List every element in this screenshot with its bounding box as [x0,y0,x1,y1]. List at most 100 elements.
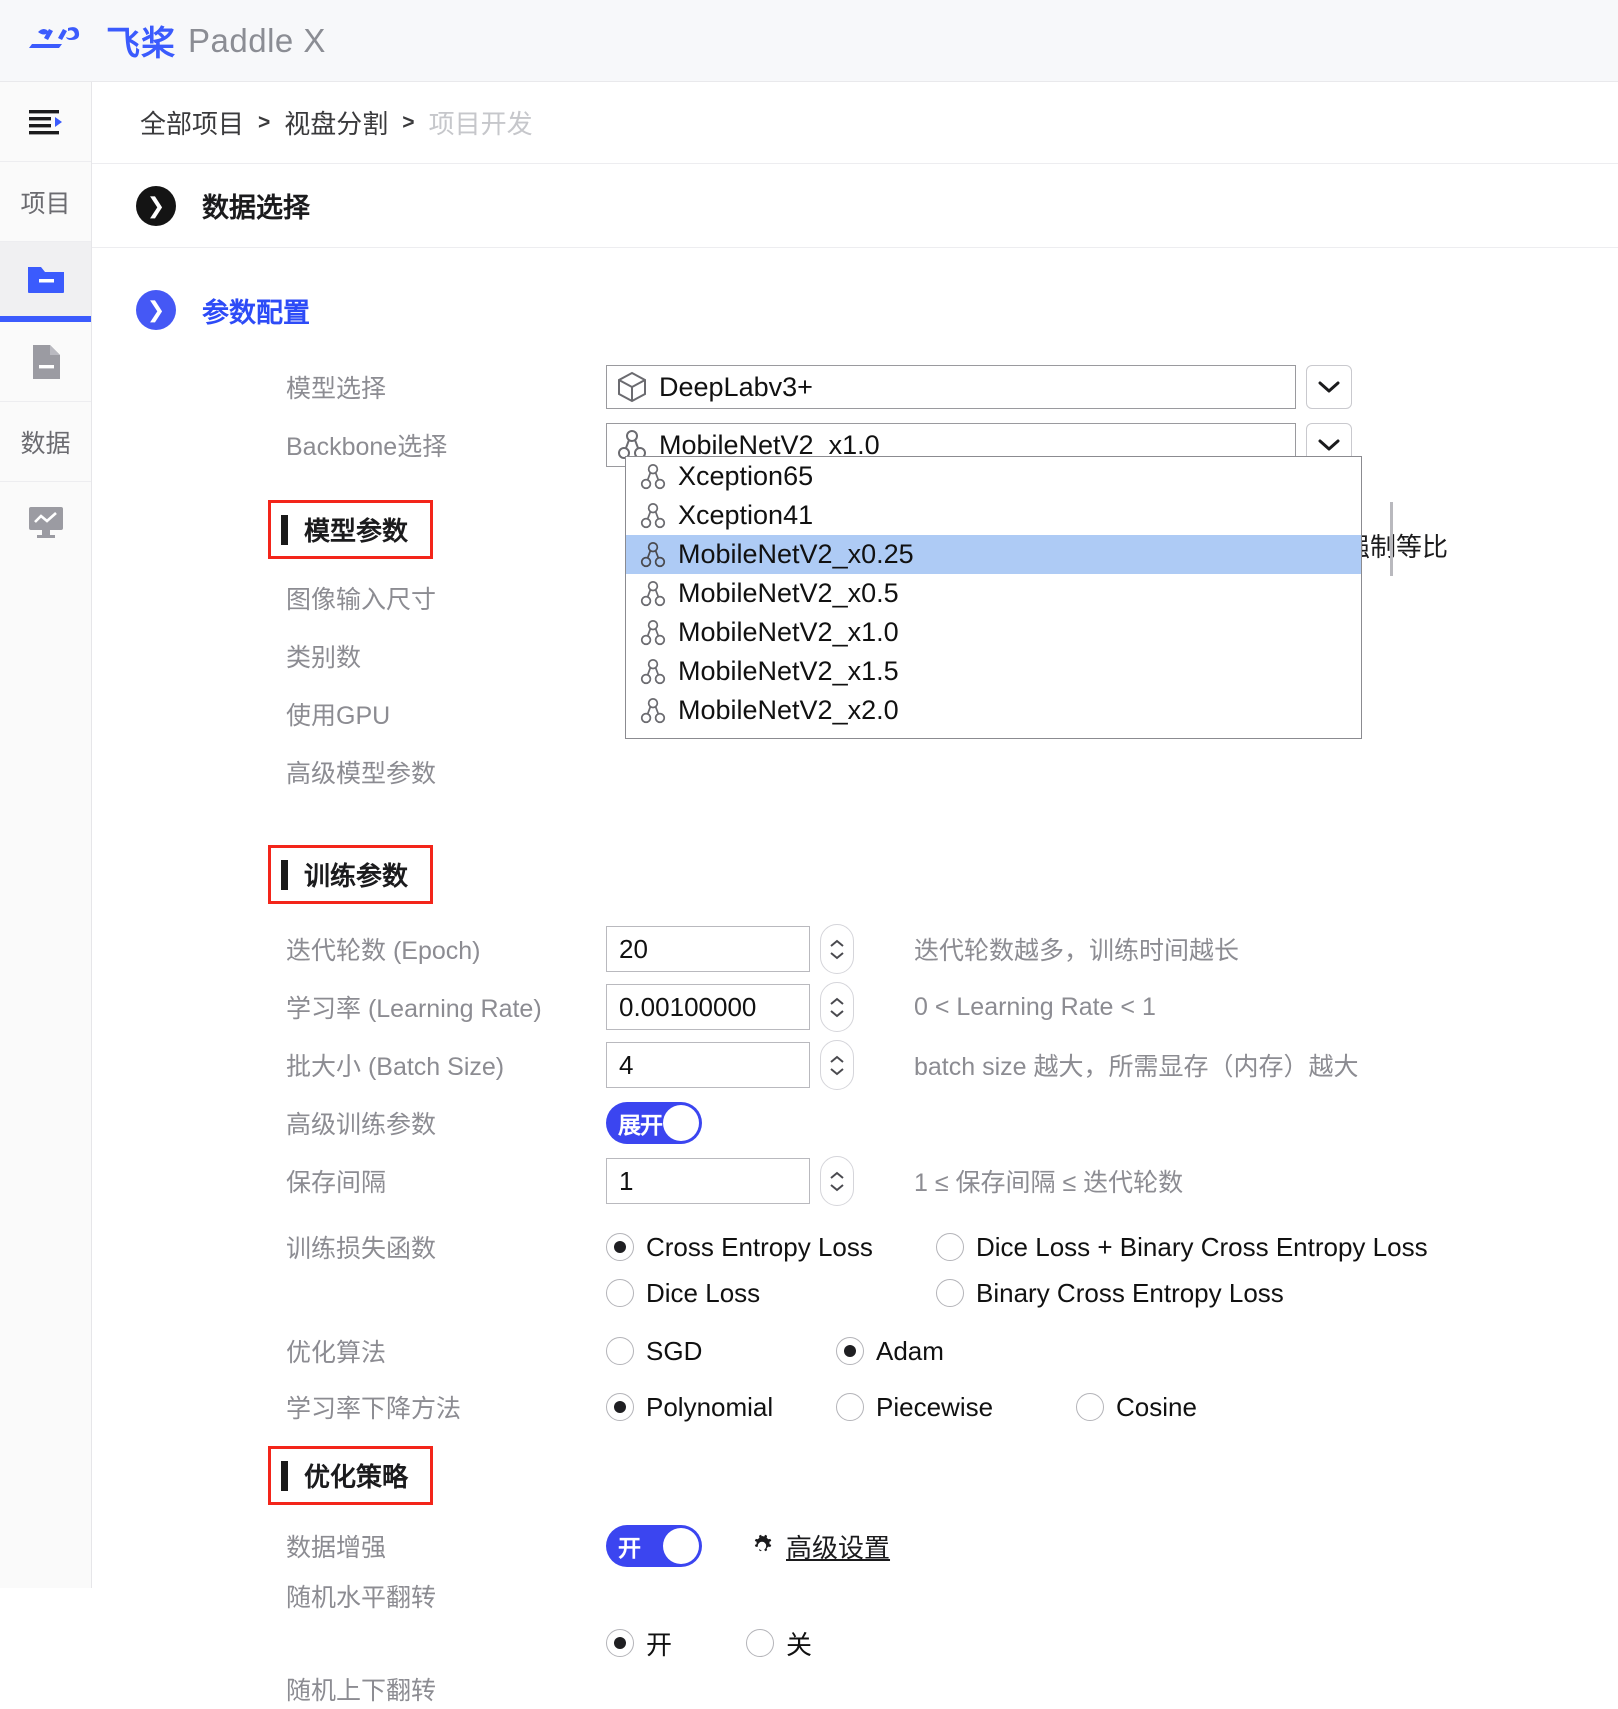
network-nodes-icon [640,580,666,608]
chevron-down-icon [829,1183,845,1192]
label-image-input-size: 图像输入尺寸 [136,580,606,616]
brand-logo[interactable]: 飞桨 Paddle X [28,16,326,65]
breadcrumb-separator: > [258,111,270,135]
dropdown-option-label: MobileNetV2_x0.25 [678,539,914,570]
radio-hflip-on[interactable]: 开 [606,1625,746,1662]
row-epoch: 迭代轮数 (Epoch) 20 迭代轮数越多，训练时间越长 [92,920,1618,978]
batch-size-value: 4 [619,1050,633,1081]
label-batch-size: 批大小 (Batch Size) [136,1047,606,1083]
breadcrumb-item-all-projects[interactable]: 全部项目 [140,104,244,141]
learning-rate-input[interactable]: 0.00100000 [606,984,810,1030]
radio-cosine[interactable]: Cosine [1076,1392,1197,1423]
model-select-field[interactable]: DeepLabv3+ [606,365,1296,409]
group-model-params: 模型参数 [268,500,433,559]
sidebar-item-menu-toggle[interactable] [0,82,91,162]
gear-icon [748,1532,776,1560]
model-select-caret[interactable] [1306,365,1352,409]
chevron-up-icon [829,1171,845,1180]
backbone-dropdown-list[interactable]: Xception65 Xception41 MobileNetV2_x0.25 … [625,456,1362,739]
radio-cross-entropy-loss[interactable]: Cross Entropy Loss [606,1232,936,1263]
sidebar-item-monitor[interactable] [0,482,91,562]
app-header: 飞桨 Paddle X [0,0,1618,82]
radio-hflip-off[interactable]: 关 [746,1625,812,1662]
dropdown-option-mobilenetv2-x05[interactable]: MobileNetV2_x0.5 [626,574,1361,613]
radio-icon [936,1233,964,1261]
chevron-down-icon [829,951,845,960]
label-advanced-train-params: 高级训练参数 [136,1105,606,1141]
row-advanced-model-params: 高级模型参数 [92,743,1618,801]
breadcrumb-item-project[interactable]: 视盘分割 [284,104,388,141]
radio-sgd[interactable]: SGD [606,1336,836,1367]
chevron-down-icon [1317,438,1341,452]
panel-divider [1390,502,1393,576]
radio-binary-cross-entropy-loss[interactable]: Binary Cross Entropy Loss [936,1278,1284,1309]
dropdown-option-label: MobileNetV2_x0.5 [678,578,899,609]
sidebar-item-projects-folder[interactable] [0,242,91,322]
network-nodes-icon [640,541,666,569]
dropdown-option-label: MobileNetV2_x2.0 [678,695,899,726]
label-advanced-model-params: 高级模型参数 [136,754,606,790]
advanced-train-params-toggle[interactable]: 展开 [606,1102,702,1144]
radio-icon [746,1629,774,1657]
learning-rate-stepper[interactable] [820,982,854,1032]
epoch-stepper[interactable] [820,924,854,974]
radio-icon [606,1629,634,1657]
radio-dice-loss[interactable]: Dice Loss [606,1278,936,1309]
label-backbone-select: Backbone选择 [136,427,606,463]
learning-rate-hint: 0 < Learning Rate < 1 [914,993,1156,1022]
label-optimizer: 优化算法 [136,1333,606,1369]
section-data-select[interactable]: ❯ 数据选择 [92,164,1618,248]
dropdown-option-mobilenetv2-x15[interactable]: MobileNetV2_x1.5 [626,652,1361,691]
dropdown-option-mobilenetv2-x025[interactable]: MobileNetV2_x0.25 [626,535,1361,574]
monitor-chart-icon [26,504,66,540]
label-save-interval: 保存间隔 [136,1163,606,1199]
dropdown-option-mobilenetv2-x20[interactable]: MobileNetV2_x2.0 [626,691,1361,730]
sidebar-label-data: 数据 [20,424,70,460]
network-nodes-icon [640,658,666,686]
dropdown-option-xception65[interactable]: Xception65 [626,457,1361,496]
radio-label: Piecewise [876,1392,993,1423]
document-icon [29,343,63,381]
row-loss-2: Dice Loss Binary Cross Entropy Loss [92,1270,1618,1316]
chevron-down-icon [829,1009,845,1018]
row-optimizer: 优化算法 SGD Adam [92,1328,1618,1374]
radio-adam[interactable]: Adam [836,1336,944,1367]
radio-label: Binary Cross Entropy Loss [976,1278,1284,1309]
epoch-input[interactable]: 20 [606,926,810,972]
radio-label: Cosine [1116,1392,1197,1423]
sidebar-item-projects-label: 项目 [0,162,91,242]
brand-cn: 飞桨 [106,16,176,65]
dropdown-option-label: Xception41 [678,500,813,531]
radio-icon [936,1279,964,1307]
main-content: 全部项目 > 视盘分割 > 项目开发 ❯ 数据选择 ❯ 参数配置 模型选择 De… [92,82,1618,1588]
folder-icon [26,262,66,296]
batch-size-input[interactable]: 4 [606,1042,810,1088]
radio-dice-bce-loss[interactable]: Dice Loss + Binary Cross Entropy Loss [936,1232,1428,1263]
dropdown-option-mobilenetv2-x10[interactable]: MobileNetV2_x1.0 [626,613,1361,652]
section-param-config[interactable]: ❯ 参数配置 [92,262,1618,358]
label-data-augment: 数据增强 [136,1528,606,1564]
row-lr-decay: 学习率下降方法 Polynomial Piecewise Cosine [92,1384,1618,1430]
row-model-select: 模型选择 DeepLabv3+ [92,358,1618,416]
radio-piecewise[interactable]: Piecewise [836,1392,1076,1423]
sidebar-item-documents[interactable] [0,322,91,402]
save-interval-stepper[interactable] [820,1156,854,1206]
advanced-train-params-toggle-text: 展开 [618,1106,662,1140]
save-interval-hint: 1 ≤ 保存间隔 ≤ 迭代轮数 [914,1163,1183,1199]
advanced-settings-link[interactable]: 高级设置 [748,1528,890,1565]
chevron-up-icon [829,1055,845,1064]
dropdown-option-label: Xception65 [678,461,813,492]
save-interval-input[interactable]: 1 [606,1158,810,1204]
toggle-knob [663,1528,699,1564]
radio-polynomial[interactable]: Polynomial [606,1392,836,1423]
label-class-count: 类别数 [136,638,606,674]
batch-size-hint: batch size 越大，所需显存（内存）越大 [914,1047,1359,1083]
row-learning-rate: 学习率 (Learning Rate) 0.00100000 0 < Learn… [92,978,1618,1036]
radio-icon [606,1393,634,1421]
data-augment-toggle[interactable]: 开 [606,1525,702,1567]
batch-size-stepper[interactable] [820,1040,854,1090]
chevron-down-icon [829,1067,845,1076]
dropdown-option-xception41[interactable]: Xception41 [626,496,1361,535]
left-rail: 项目 数据 [0,82,92,1588]
row-save-interval: 保存间隔 1 1 ≤ 保存间隔 ≤ 迭代轮数 [92,1152,1618,1210]
